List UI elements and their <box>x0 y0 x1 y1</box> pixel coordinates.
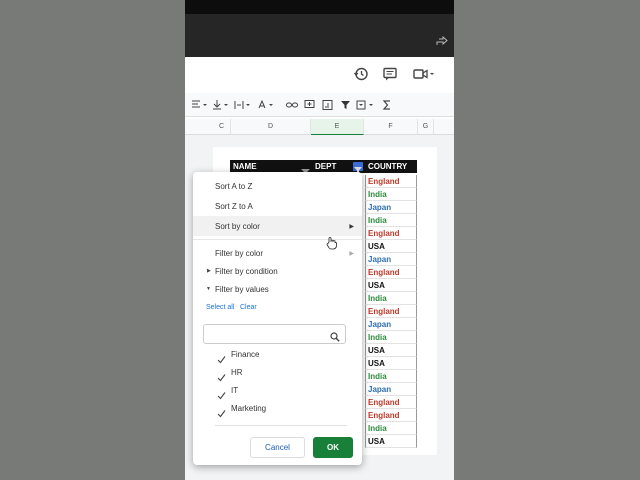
column-header-c[interactable]: C <box>213 119 231 135</box>
country-cell[interactable]: USA <box>365 357 417 370</box>
align-icon[interactable] <box>191 98 207 112</box>
country-cell[interactable]: Japan <box>365 383 417 396</box>
column-header-f[interactable]: F <box>364 119 418 135</box>
column-header-g[interactable]: G <box>418 119 434 135</box>
country-cell[interactable]: India <box>365 370 417 383</box>
check-icon[interactable] <box>217 405 226 418</box>
value-item-hr[interactable]: HR <box>231 368 243 377</box>
value-item-marketing[interactable]: Marketing <box>231 404 266 413</box>
filter-menu: Sort A to Z Sort Z to A Sort by color ▶ … <box>193 172 362 465</box>
list-separator <box>215 425 347 426</box>
values-search-input[interactable] <box>203 324 346 344</box>
text-color-icon[interactable] <box>257 98 273 112</box>
link-separator: · <box>235 303 238 310</box>
filter-views-icon[interactable] <box>356 98 376 112</box>
menu-filter-by-values[interactable]: Filter by values <box>215 285 269 294</box>
menu-filter-by-condition[interactable]: Filter by condition <box>215 267 278 276</box>
link-icon[interactable] <box>286 98 298 112</box>
menu-sort-z-to-a[interactable]: Sort Z to A <box>215 202 253 211</box>
check-icon[interactable] <box>217 351 226 364</box>
meet-video-icon[interactable] <box>412 66 436 82</box>
vertical-align-icon[interactable] <box>212 98 228 112</box>
value-item-it[interactable]: IT <box>231 386 238 395</box>
ok-button[interactable]: OK <box>313 437 353 458</box>
submenu-arrow-icon: ▶ <box>349 224 354 230</box>
formatting-toolbar <box>185 93 454 117</box>
submenu-arrow-icon: ▶ <box>349 251 354 257</box>
functions-icon[interactable] <box>382 98 392 112</box>
country-cell[interactable]: USA <box>365 279 417 292</box>
country-cell[interactable]: Japan <box>365 318 417 331</box>
filter-dropdown-active-icon[interactable] <box>353 162 363 174</box>
text-wrap-icon[interactable] <box>234 98 250 112</box>
menu-sort-by-color[interactable]: Sort by color <box>215 222 260 231</box>
video-top-bar <box>185 14 454 57</box>
header-country: COUNTRY <box>365 160 417 173</box>
filter-icon[interactable] <box>340 98 352 112</box>
mouse-cursor-icon <box>326 236 338 250</box>
phone-screen: C D E F G NAME DEPT COUNTRY England India… <box>185 0 454 480</box>
search-icon <box>330 329 340 342</box>
country-cell[interactable]: England <box>365 175 417 188</box>
expand-down-icon: ▼ <box>206 286 211 292</box>
menu-sort-a-to-z[interactable]: Sort A to Z <box>215 182 252 191</box>
country-cell[interactable]: Japan <box>365 201 417 214</box>
insert-comment-icon[interactable] <box>304 98 316 112</box>
value-item-finance[interactable]: Finance <box>231 350 259 359</box>
collapse-right-icon: ▶ <box>207 268 211 274</box>
country-cell[interactable]: England <box>365 305 417 318</box>
country-cell[interactable]: England <box>365 227 417 240</box>
history-icon[interactable] <box>353 66 369 82</box>
country-cell[interactable]: England <box>365 409 417 422</box>
country-cell[interactable]: England <box>365 396 417 409</box>
country-cell[interactable]: England <box>365 266 417 279</box>
country-cell[interactable]: India <box>365 422 417 435</box>
cancel-button[interactable]: Cancel <box>250 437 305 458</box>
column-header-e[interactable]: E <box>311 119 364 135</box>
menu-filter-by-color[interactable]: Filter by color <box>215 249 263 258</box>
country-cell[interactable]: Japan <box>365 253 417 266</box>
share-icon[interactable] <box>436 35 448 46</box>
insert-chart-icon[interactable] <box>322 98 334 112</box>
country-cell[interactable]: India <box>365 214 417 227</box>
clear-link[interactable]: Clear <box>240 304 257 311</box>
country-cell[interactable]: India <box>365 331 417 344</box>
check-icon[interactable] <box>217 369 226 382</box>
select-all-link[interactable]: Select all <box>206 304 234 311</box>
column-headers: C D E F G <box>185 119 454 135</box>
country-cell[interactable]: USA <box>365 240 417 253</box>
app-header <box>185 57 454 93</box>
check-icon[interactable] <box>217 387 226 400</box>
country-cell[interactable]: India <box>365 292 417 305</box>
country-cell[interactable]: India <box>365 188 417 201</box>
country-cell[interactable]: USA <box>365 435 417 448</box>
filter-dropdown-icon[interactable] <box>301 163 310 176</box>
country-cell[interactable]: USA <box>365 344 417 357</box>
column-header-d[interactable]: D <box>231 119 311 135</box>
comment-icon[interactable] <box>382 66 398 82</box>
status-bar <box>185 0 454 14</box>
